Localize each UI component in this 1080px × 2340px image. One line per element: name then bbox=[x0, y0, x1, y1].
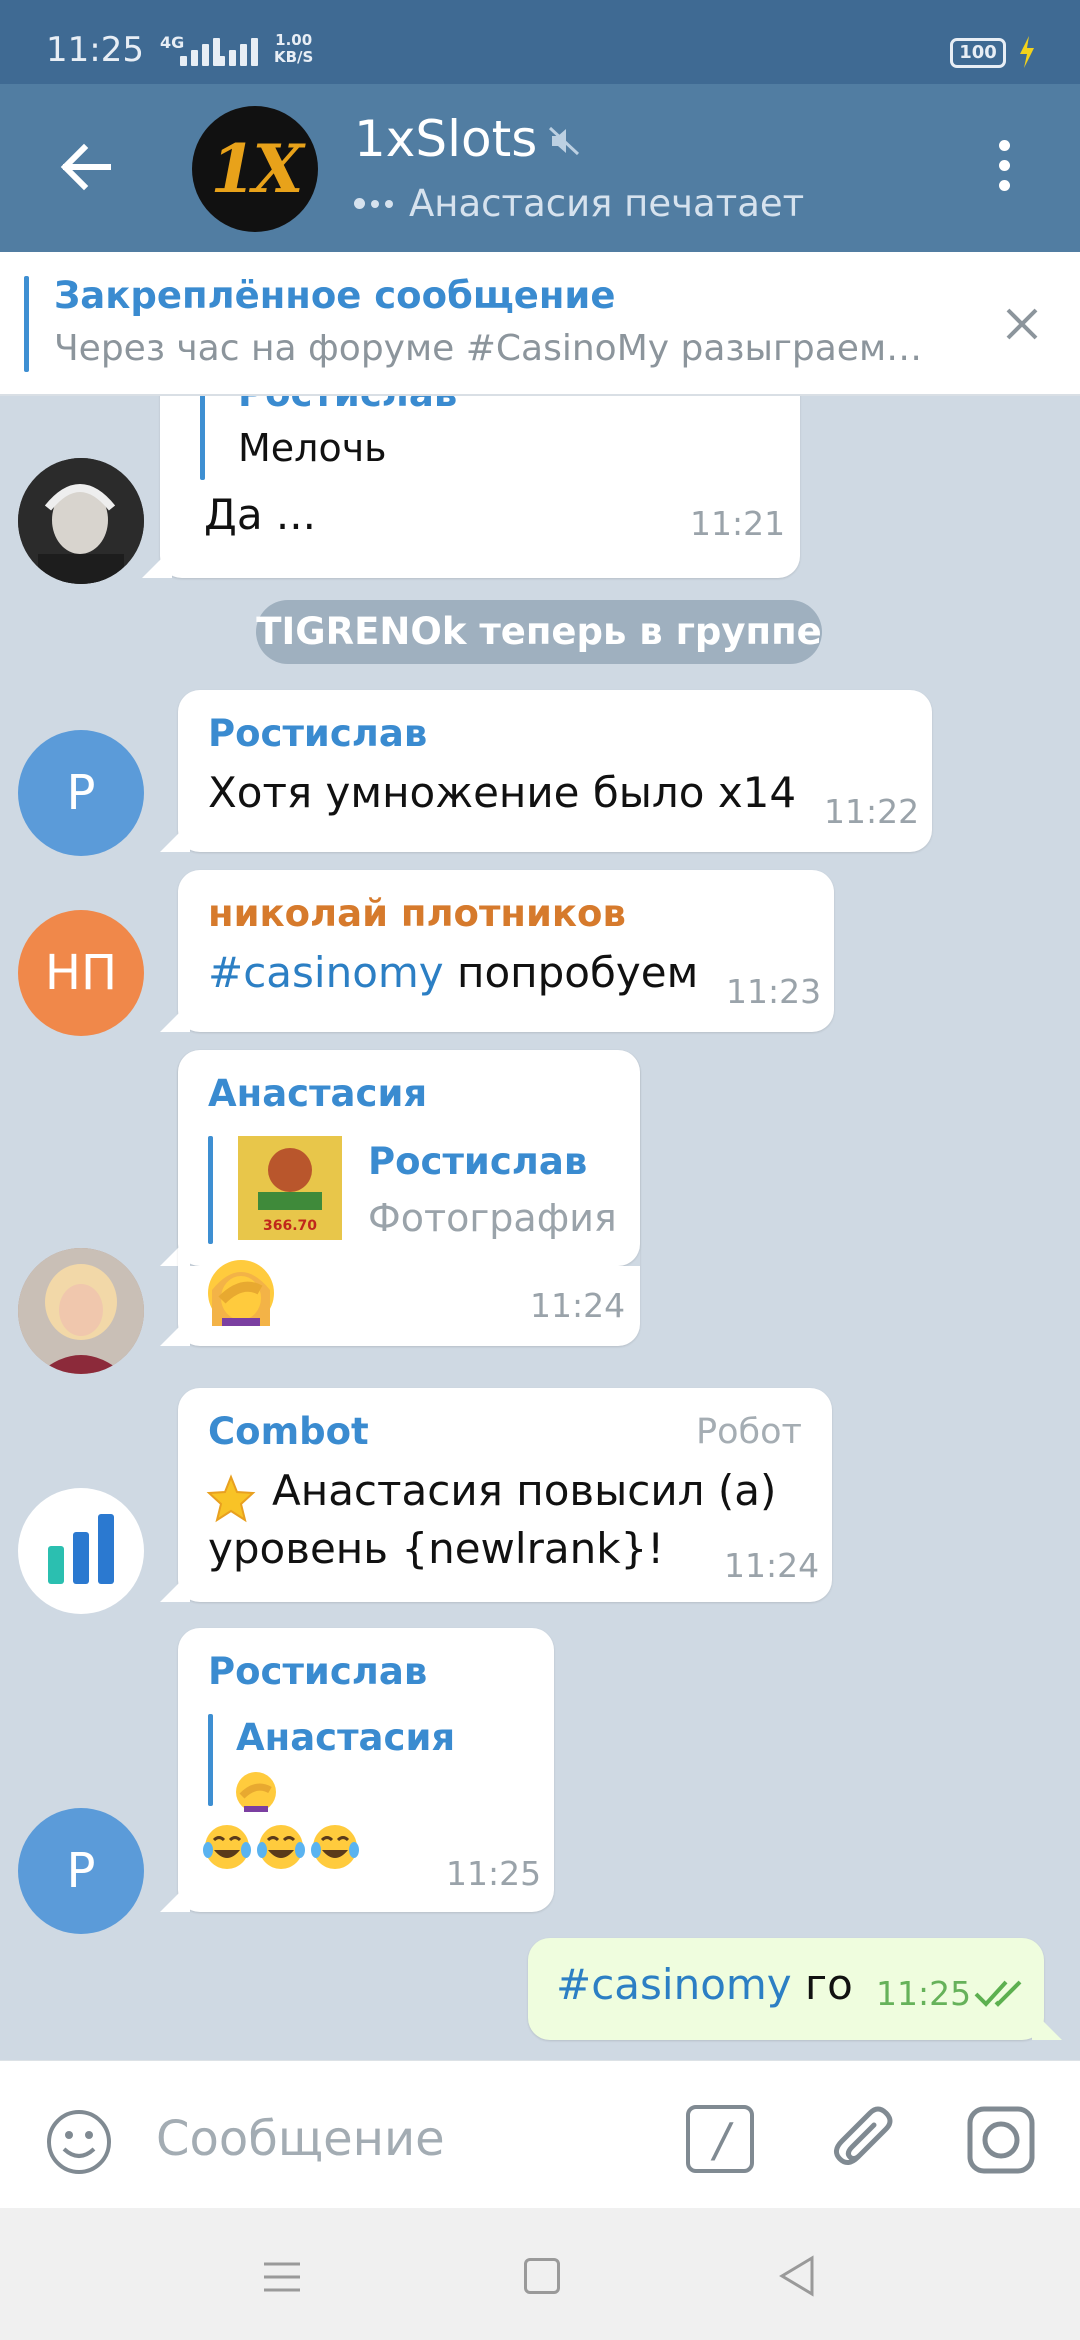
laughing-emojis bbox=[202, 1822, 360, 1872]
facepalm-emoji bbox=[208, 1260, 274, 1326]
battery-icon: 100 bbox=[950, 38, 1006, 68]
camera-icon[interactable] bbox=[966, 2105, 1036, 2175]
message-time: 11:25 bbox=[446, 1854, 542, 1893]
message-text: Хотя умножение было х14 bbox=[208, 768, 797, 817]
network-speed: 1.00 KB/S bbox=[274, 32, 313, 66]
typing-dots-icon bbox=[354, 198, 393, 209]
chat-avatar[interactable]: 1X bbox=[192, 106, 318, 232]
pinned-text: Через час на форуме #CasinoMy разыграем… bbox=[54, 328, 923, 369]
avatar[interactable] bbox=[18, 458, 144, 584]
pinned-title: Закреплённое сообщение bbox=[54, 274, 616, 317]
message-time: 11:25 bbox=[876, 1974, 972, 2013]
charging-icon bbox=[1020, 36, 1034, 68]
message-bubble-frame: 11:24 bbox=[178, 1050, 640, 1346]
reply-accent bbox=[200, 396, 205, 480]
avatar[interactable] bbox=[18, 1248, 144, 1374]
message-list[interactable]: Ростислав Мелочь Да ... 11:21 TIGRENOk т… bbox=[0, 396, 1080, 2060]
message-text-line-1: Анастасия повысил (а) bbox=[272, 1466, 777, 1515]
message-time: 11:23 bbox=[726, 972, 822, 1011]
brand-logo: 1X bbox=[210, 130, 303, 208]
message-text-rest: попробуем bbox=[443, 948, 699, 997]
message-time: 11:22 bbox=[824, 792, 920, 831]
avatar[interactable]: Р bbox=[18, 1808, 144, 1934]
speed-value: 1.00 bbox=[275, 31, 313, 49]
combot-logo-icon bbox=[48, 1514, 114, 1584]
message-time: 11:24 bbox=[530, 1286, 626, 1325]
recent-apps-icon[interactable] bbox=[262, 2260, 302, 2294]
mute-icon bbox=[548, 126, 580, 156]
message-bubble[interactable]: Ростислав Мелочь Да ... 11:21 bbox=[160, 396, 800, 578]
sender-name[interactable]: Ростислав bbox=[208, 712, 427, 755]
status-time: 11:25 bbox=[46, 30, 144, 70]
paperclip-icon[interactable] bbox=[830, 2103, 900, 2177]
nav-back-icon[interactable] bbox=[776, 2254, 816, 2298]
pinned-accent bbox=[24, 276, 29, 372]
home-icon[interactable] bbox=[524, 2258, 560, 2294]
avatar-photo bbox=[18, 458, 144, 584]
reply-sender: Анастасия bbox=[236, 1716, 456, 1759]
hashtag-link[interactable]: #casinomy bbox=[556, 1960, 792, 2009]
double-check-icon bbox=[974, 1980, 1022, 2007]
typing-text: Анастасия печатает bbox=[409, 182, 805, 225]
message-text: Да ... bbox=[204, 490, 316, 539]
avatar[interactable] bbox=[18, 1488, 144, 1614]
message-bubble[interactable]: Ростислав Хотя умножение было х14 11:22 bbox=[178, 690, 932, 852]
more-vert-icon[interactable] bbox=[986, 134, 1022, 204]
message-time: 11:24 bbox=[724, 1546, 820, 1585]
star-icon bbox=[206, 1474, 256, 1523]
signal-icon-2 bbox=[218, 36, 258, 66]
slash-command-icon[interactable]: / bbox=[686, 2105, 754, 2173]
avatar[interactable]: Р bbox=[18, 730, 144, 856]
speed-unit: KB/S bbox=[274, 48, 314, 66]
message-bubble[interactable]: николай плотников #casinomy попробуем 11… bbox=[178, 870, 834, 1032]
sender-name[interactable]: николай плотников bbox=[208, 892, 626, 935]
message-input[interactable]: Сообщение bbox=[156, 2111, 445, 2167]
message-bubble[interactable]: Combot Робот Анастасия повысил (а) урове… bbox=[178, 1388, 832, 1602]
reply-accent bbox=[208, 1714, 213, 1806]
status-bar: 11:25 4G 1.00 KB/S 100 bbox=[0, 0, 1080, 84]
tears-of-joy-emoji bbox=[257, 1825, 305, 1869]
message-text: #casinomy попробуем bbox=[208, 948, 698, 997]
message-text-line-2: уровень {newlrank}! bbox=[208, 1524, 665, 1573]
message-input-bar: Сообщение / bbox=[0, 2060, 1080, 2208]
avatar-photo bbox=[18, 1248, 144, 1374]
reply-text: Мелочь bbox=[238, 426, 387, 470]
tears-of-joy-emoji bbox=[203, 1825, 251, 1869]
sender-name[interactable]: Combot bbox=[208, 1410, 369, 1453]
service-message: TIGRENOk теперь в группе bbox=[256, 600, 822, 664]
system-nav-bar bbox=[0, 2208, 1080, 2340]
message-text-rest: го bbox=[791, 1960, 853, 2009]
outgoing-message-bubble[interactable]: #casinomy го 11:25 bbox=[528, 1938, 1044, 2040]
message-text: #casinomy го bbox=[556, 1960, 853, 2009]
back-arrow-icon[interactable] bbox=[50, 132, 120, 202]
message-time: 11:21 bbox=[690, 504, 786, 543]
pinned-message[interactable]: Закреплённое сообщение Через час на фору… bbox=[0, 252, 1080, 396]
reply-sender: Ростислав bbox=[238, 396, 457, 415]
sender-name[interactable]: Ростислав bbox=[208, 1650, 427, 1693]
smile-icon[interactable] bbox=[44, 2107, 114, 2177]
bot-badge: Робот bbox=[696, 1412, 802, 1452]
message-bubble[interactable]: Ростислав Анастасия 11:25 bbox=[178, 1628, 554, 1912]
chat-header: 1X 1xSlots Анастасия печатает bbox=[0, 84, 1080, 252]
tears-of-joy-emoji bbox=[311, 1825, 359, 1869]
avatar[interactable]: НП bbox=[18, 910, 144, 1036]
facepalm-emoji bbox=[236, 1772, 276, 1812]
hashtag-link[interactable]: #casinomy bbox=[208, 948, 444, 997]
signal-icon bbox=[180, 36, 220, 66]
close-icon[interactable] bbox=[1000, 302, 1044, 346]
chat-title[interactable]: 1xSlots bbox=[354, 110, 537, 168]
typing-status: Анастасия печатает bbox=[354, 182, 804, 225]
